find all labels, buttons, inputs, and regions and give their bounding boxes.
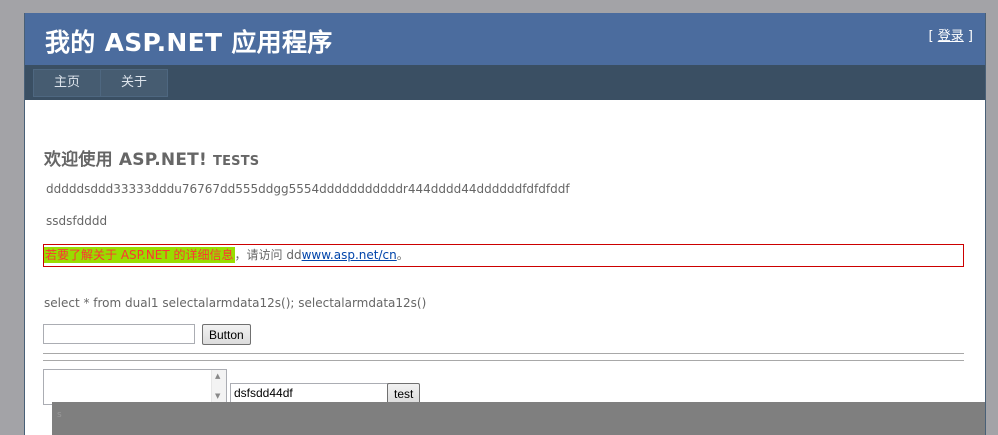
login-bracket-close: ]: [963, 29, 973, 44]
login-bracket-open: [: [928, 29, 938, 44]
page-heading: 欢迎使用 ASP.NET! TESTS: [44, 145, 259, 170]
scroll-down-icon[interactable]: ▼: [215, 392, 220, 400]
menu-item-home[interactable]: 主页: [33, 69, 101, 97]
scroll-up-icon[interactable]: ▲: [215, 372, 220, 380]
site-title: 我的 ASP.NET 应用程序: [45, 28, 333, 57]
page-heading-sub: TESTS: [213, 154, 260, 169]
header: 我的 ASP.NET 应用程序 [ 登录 ]: [25, 13, 985, 65]
main-content: 欢迎使用 ASP.NET! TESTS dddddsddd33333dddu76…: [25, 100, 985, 435]
info-text: ，请访问 dd: [234, 248, 302, 262]
text-input-1[interactable]: [43, 324, 195, 344]
info-end: 。: [396, 248, 409, 262]
gray-panel-text: s: [57, 410, 62, 420]
sql-text: select * from dual1 selectalarmdata12s()…: [44, 296, 427, 310]
test-button[interactable]: test: [387, 383, 421, 404]
login-link[interactable]: 登录: [938, 29, 964, 44]
paragraph-text-1: dddddsddd33333dddu76767dd555ddgg5554dddd…: [46, 182, 570, 196]
paragraph-text-2: ssdsfdddd: [46, 214, 108, 228]
divider-1: [43, 353, 964, 354]
info-highlight: 若要了解关于 ASP.NET 的详细信息: [44, 247, 235, 263]
info-box: 若要了解关于 ASP.NET 的详细信息，请访问 ddwww.asp.net/c…: [43, 244, 964, 267]
gray-panel: s: [52, 402, 985, 435]
menu-item-about[interactable]: 关于: [100, 69, 168, 97]
textbox-scrollbar[interactable]: ▲ ▼: [211, 370, 226, 404]
text-input-2[interactable]: [230, 383, 390, 403]
divider-2: [43, 360, 964, 361]
multiline-textbox[interactable]: ▲ ▼: [43, 369, 227, 405]
page-container: 我的 ASP.NET 应用程序 [ 登录 ] 主页 关于 欢迎使用 ASP.NE…: [24, 13, 986, 435]
button-1[interactable]: Button: [202, 324, 251, 345]
login-area: [ 登录 ]: [929, 25, 973, 44]
info-link[interactable]: www.asp.net/cn: [302, 248, 397, 262]
nav-menu: 主页 关于: [25, 65, 985, 100]
page-heading-text: 欢迎使用 ASP.NET!: [44, 150, 207, 170]
